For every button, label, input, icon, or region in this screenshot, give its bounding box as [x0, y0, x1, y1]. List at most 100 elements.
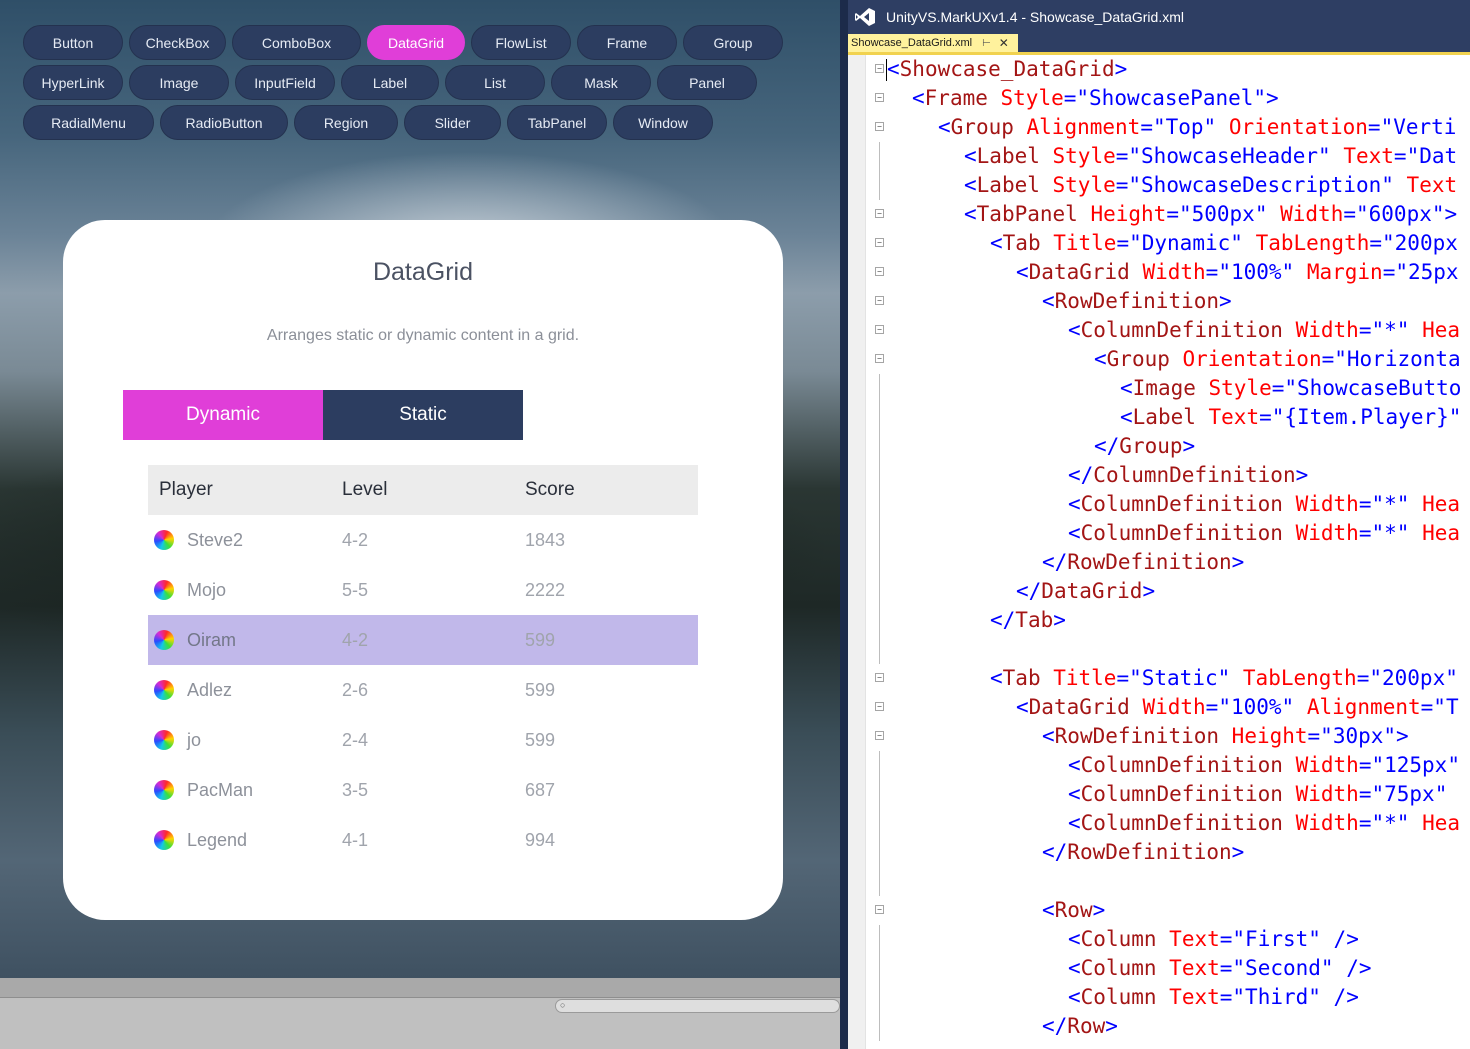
grid-row[interactable]: Oiram 4-2 599: [148, 615, 698, 665]
nav-button-region[interactable]: Region: [294, 105, 398, 140]
header-player[interactable]: Player: [148, 479, 331, 501]
grid-row[interactable]: Mojo 5-5 2222: [148, 565, 698, 615]
nav-button-label[interactable]: Label: [341, 65, 439, 100]
code-token: 30px: [1332, 724, 1384, 748]
code-line: </DataGrid>: [1016, 577, 1155, 606]
code-token: 25px: [1408, 260, 1459, 284]
tab-dynamic[interactable]: Dynamic: [123, 390, 323, 440]
code-text-area[interactable]: <Showcase_DataGrid> <Frame Style="Showcas…: [886, 55, 1470, 1049]
code-token: <: [1042, 724, 1055, 748]
code-token: *: [1384, 811, 1397, 835]
outline-guide: [879, 925, 880, 954]
close-icon[interactable]: ✕: [999, 36, 1009, 50]
nav-row: Button CheckBox ComboBox DataGrid FlowList Fr…: [23, 25, 783, 60]
nav-button-image[interactable]: Image: [129, 65, 229, 100]
nav-button-panel[interactable]: Panel: [657, 65, 757, 100]
grid-row[interactable]: Steve2 4-2 1843: [148, 515, 698, 565]
collapse-toggle-icon[interactable]: −: [875, 64, 884, 73]
collapse-toggle-icon[interactable]: −: [875, 673, 884, 682]
code-token: Width: [1142, 695, 1206, 719]
outline-guide: [879, 809, 880, 838]
nav-button-checkbox[interactable]: CheckBox: [129, 25, 226, 60]
code-token: =": [1369, 231, 1395, 255]
nav-button-radiobutton[interactable]: RadioButton: [160, 105, 288, 140]
code-line: </Group>: [1094, 432, 1195, 461]
nav-button-radialmenu[interactable]: RadialMenu: [23, 105, 154, 140]
player-name: Mojo: [187, 579, 227, 600]
collapse-toggle-icon[interactable]: −: [875, 122, 884, 131]
code-token: {Item.Player}: [1284, 405, 1449, 429]
nav-button-button[interactable]: Button: [23, 25, 123, 60]
code-token: Group: [1119, 434, 1183, 458]
window-divider[interactable]: [840, 0, 848, 1049]
cell-level: 4-1: [342, 829, 369, 850]
cell-level: 2-4: [342, 729, 369, 750]
code-token: <: [964, 202, 977, 226]
nav-button-tabpanel[interactable]: TabPanel: [507, 105, 607, 140]
code-line: <ColumnDefinition Width="*" Hea: [1068, 490, 1460, 519]
code-token: Row: [1054, 898, 1093, 922]
code-token: Hea: [1422, 318, 1460, 342]
document-tab[interactable]: Showcase_DataGrid.xml ⊢ ✕: [848, 34, 1018, 52]
outline-guide: [879, 490, 880, 519]
code-token: </: [1042, 1014, 1068, 1038]
nav-button-mask[interactable]: Mask: [551, 65, 651, 100]
nav-button-list[interactable]: List: [445, 65, 545, 100]
collapse-toggle-icon[interactable]: −: [875, 238, 884, 247]
collapse-toggle-icon[interactable]: −: [875, 209, 884, 218]
grid-row[interactable]: PacMan 3-5 687: [148, 765, 698, 815]
horizontal-scrollbar[interactable]: ○: [555, 999, 840, 1013]
code-line: <Column Text="Third" />: [1068, 983, 1359, 1012]
nav-button-slider[interactable]: Slider: [404, 105, 501, 140]
code-token: =": [1140, 115, 1166, 139]
nav-button-datagrid[interactable]: DataGrid: [367, 25, 465, 60]
code-token: ShowcaseButto: [1297, 376, 1462, 400]
nav-button-combobox[interactable]: ComboBox: [232, 25, 361, 60]
collapse-toggle-icon[interactable]: −: [875, 325, 884, 334]
pin-icon[interactable]: ⊢: [982, 38, 991, 49]
header-score[interactable]: Score: [514, 479, 698, 501]
collapse-toggle-icon[interactable]: −: [875, 905, 884, 914]
code-token: Column: [1080, 956, 1170, 980]
code-token: >: [1105, 1014, 1118, 1038]
code-token: <: [912, 86, 925, 110]
code-token: Height: [1090, 202, 1167, 226]
code-token: Width: [1295, 318, 1359, 342]
cell-score: 599: [525, 729, 556, 750]
code-token: =": [1116, 231, 1142, 255]
code-token: ": [1318, 144, 1344, 168]
code-token: Text: [1169, 956, 1220, 980]
nav-button-hyperlink[interactable]: HyperLink: [23, 65, 123, 100]
nav-button-frame[interactable]: Frame: [577, 25, 677, 60]
showcase-panel: DataGrid Arranges static or dynamic cont…: [63, 220, 783, 920]
code-token: *: [1384, 492, 1397, 516]
tab-static[interactable]: Static: [323, 390, 523, 440]
code-token: ": [1447, 753, 1460, 777]
code-token: <: [1068, 318, 1081, 342]
grid-row[interactable]: Legend 4-1 994: [148, 815, 698, 865]
cell-level: 3-5: [342, 779, 369, 800]
code-token: =": [1115, 144, 1142, 168]
collapse-toggle-icon[interactable]: −: [875, 267, 884, 276]
code-token: </: [1042, 840, 1068, 864]
collapse-toggle-icon[interactable]: −: [875, 354, 884, 363]
grid-row[interactable]: jo 2-4 599: [148, 715, 698, 765]
nav-button-group[interactable]: Group: [683, 25, 783, 60]
nav-button-window[interactable]: Window: [613, 105, 713, 140]
outline-guide: [879, 780, 880, 809]
collapse-toggle-icon[interactable]: −: [875, 731, 884, 740]
code-line: <Group Orientation="Horizonta: [1094, 345, 1461, 374]
collapse-toggle-icon[interactable]: −: [875, 93, 884, 102]
nav-button-inputfield[interactable]: InputField: [235, 65, 335, 100]
nav-button-flowlist[interactable]: FlowList: [471, 25, 571, 60]
collapse-toggle-icon[interactable]: −: [875, 296, 884, 305]
grid-row[interactable]: Adlez 2-6 599: [148, 665, 698, 715]
collapse-toggle-icon[interactable]: −: [875, 702, 884, 711]
code-token: Alignment: [1306, 695, 1421, 719]
code-token: ": [1448, 405, 1462, 429]
cell-score: 2222: [525, 579, 566, 600]
header-level[interactable]: Level: [331, 479, 514, 501]
code-token: Orientation: [1182, 347, 1322, 371]
code-token: =": [1205, 260, 1231, 284]
code-token: Width: [1295, 782, 1359, 806]
